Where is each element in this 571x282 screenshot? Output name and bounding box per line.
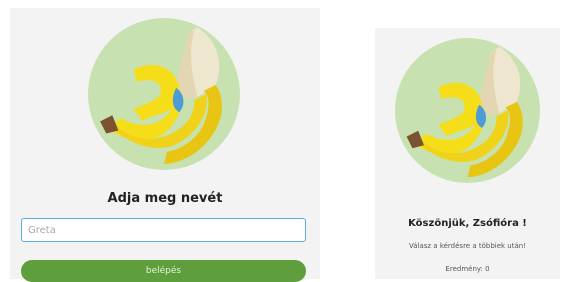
score-text: Eredmény: 0 (445, 265, 490, 273)
banana-logo-icon (88, 18, 240, 170)
result-panel: Köszönjük, Zsófióra ! Válasz a kérdésre … (375, 28, 560, 279)
banana-logo-icon (395, 38, 540, 183)
name-input[interactable] (21, 218, 306, 242)
instruction-text: Válasz a kérdésre a többiek után! (408, 242, 527, 250)
thanks-title: Köszönjük, Zsófióra ! (408, 218, 527, 229)
name-prompt-title: Adja meg nevét (107, 191, 223, 206)
login-panel: Adja meg nevét belépés (10, 8, 320, 282)
